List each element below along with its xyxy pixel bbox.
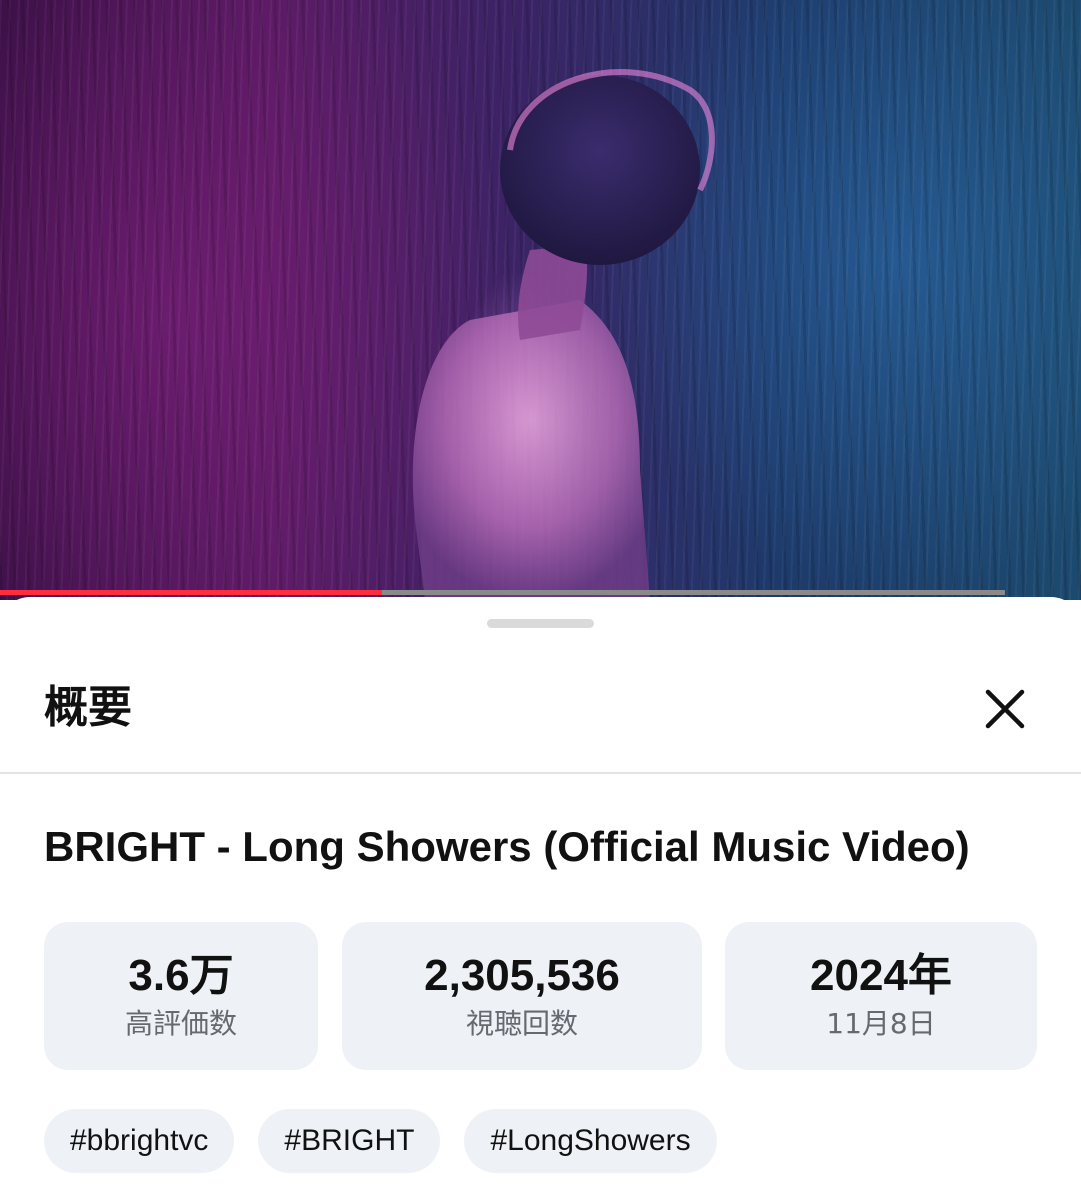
close-icon [985,689,1025,729]
likes-count: 3.6万 [128,951,234,1000]
drag-handle[interactable] [487,619,594,628]
divider [0,772,1081,774]
views-label: 視聴回数 [465,1007,578,1040]
publish-year: 2024年 [810,951,952,1000]
video-title: BRIGHT - Long Showers (Official Music Vi… [44,823,970,870]
hashtag-list: #bbrightvc #BRIGHT #LongShowers [44,1109,717,1173]
hashtag-chip[interactable]: #bbrightvc [44,1109,235,1173]
publish-date: 11月8日 [826,1007,936,1040]
video-frame-figure [412,69,715,600]
views-count: 2,305,536 [424,951,620,1000]
video-player[interactable] [0,0,1081,600]
likes-label: 高評価数 [124,1007,237,1040]
progress-bar[interactable] [0,590,1005,595]
hashtag-chip[interactable]: #BRIGHT [258,1109,441,1173]
views-stat-card: 2,305,536 視聴回数 [342,922,702,1070]
publish-date-card: 2024年 11月8日 [725,922,1037,1070]
progress-bar-fill [0,590,382,595]
panel-title: 概要 [44,682,132,733]
description-panel: 概要 BRIGHT - Long Showers (Official Music… [0,597,1081,1200]
hashtag-chip[interactable]: #LongShowers [464,1109,717,1173]
close-button[interactable] [976,680,1034,738]
likes-stat-card: 3.6万 高評価数 [44,922,318,1070]
